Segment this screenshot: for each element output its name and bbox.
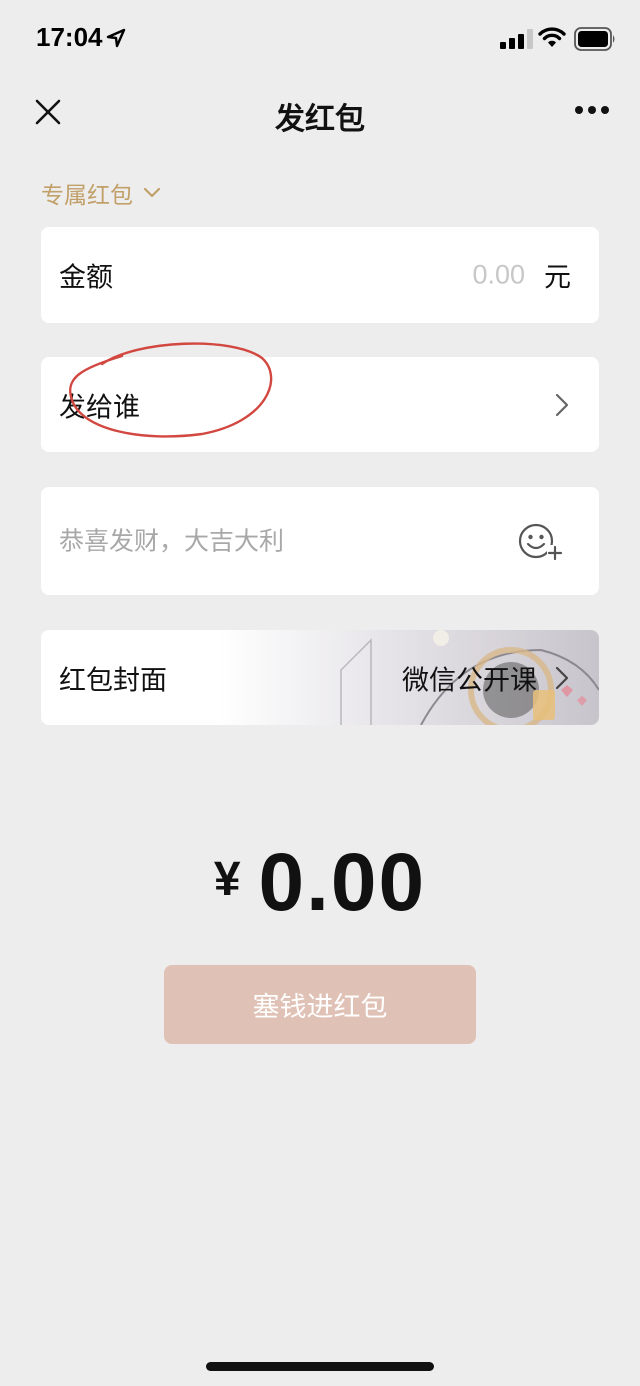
cover-label: 红包封面 xyxy=(59,665,167,696)
location-arrow-icon xyxy=(106,28,126,48)
home-indicator[interactable] xyxy=(206,1362,434,1371)
greeting-input[interactable] xyxy=(59,526,499,556)
status-time: 17:04 xyxy=(36,22,103,52)
amount-unit: 元 xyxy=(544,262,571,294)
cellular-signal-icon xyxy=(500,29,533,49)
greeting-card xyxy=(41,487,599,595)
amount-card: 金额 元 xyxy=(41,227,599,323)
more-icon[interactable] xyxy=(574,104,610,116)
page-title: 发红包 xyxy=(275,102,365,137)
status-bar: 17:04 xyxy=(0,0,640,80)
chevron-down-icon xyxy=(143,187,161,198)
annotation-circle xyxy=(69,342,273,438)
wifi-icon xyxy=(538,27,566,47)
amount-input[interactable] xyxy=(325,259,525,291)
submit-red-packet-button[interactable]: 塞钱进红包 xyxy=(164,965,476,1044)
emoji-add-icon[interactable] xyxy=(517,521,565,561)
packet-type-label: 专属红包 xyxy=(41,183,133,209)
nav-bar: 发红包 xyxy=(0,80,640,146)
battery-icon xyxy=(574,27,615,51)
cover-name: 微信公开课 xyxy=(402,665,537,696)
chevron-right-icon xyxy=(555,666,569,689)
currency-symbol: ¥ xyxy=(213,853,241,906)
cover-selector[interactable]: 红包封面 微信公开课 xyxy=(41,630,599,725)
total-amount-display: ¥0.00 xyxy=(0,838,640,928)
send-red-packet-screen: 17:04 发红包 专属红包 金额 0.00 元 发给谁 恭喜发财，大吉大利 红… xyxy=(0,0,640,1386)
total-amount: 0.00 xyxy=(258,837,427,928)
packet-type-selector[interactable]: 专属红包 xyxy=(41,176,161,210)
chevron-right-icon xyxy=(555,393,569,416)
amount-label: 金额 xyxy=(59,262,113,294)
